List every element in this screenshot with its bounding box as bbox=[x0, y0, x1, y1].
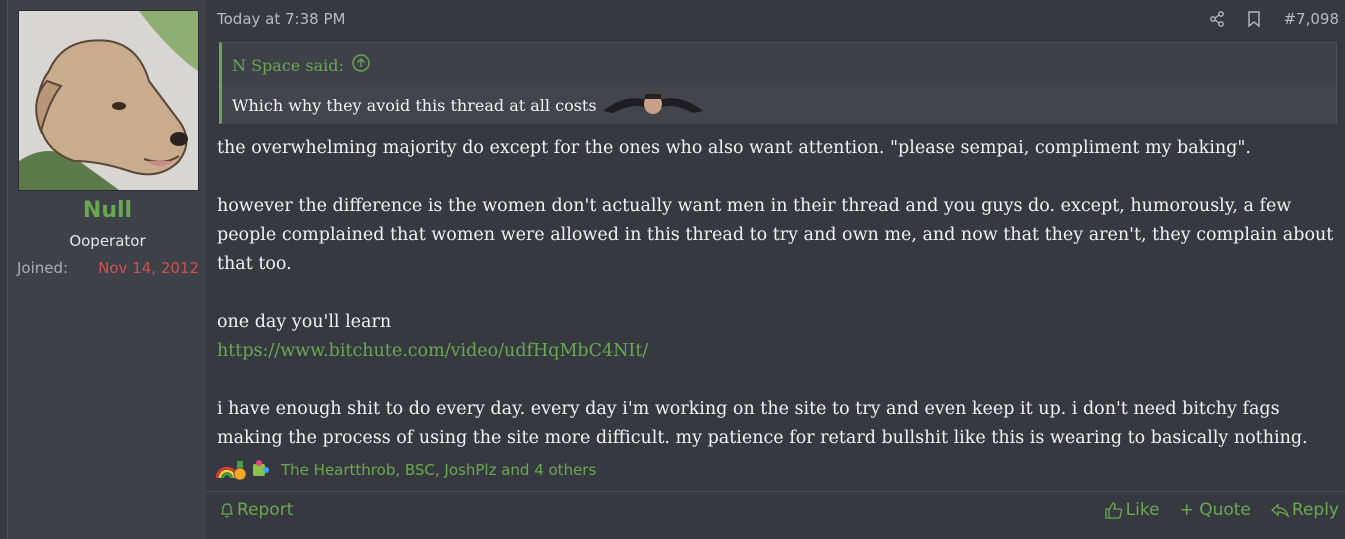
like-label: Like bbox=[1125, 500, 1160, 520]
quote-author[interactable]: N Space said: bbox=[232, 56, 344, 75]
like-button[interactable]: Like bbox=[1105, 500, 1160, 520]
body-paragraph-3: one day you'll learn bbox=[217, 312, 392, 332]
forum-post: Null Ooperator Joined: Nov 14, 2012 Toda… bbox=[0, 0, 1345, 539]
body-paragraph-2: however the difference is the women don'… bbox=[217, 196, 1334, 274]
reactions-text[interactable]: The Heartthrob, BSC, JoshPlz and 4 other… bbox=[281, 461, 596, 479]
quote-text: Which why they avoid this thread at all … bbox=[232, 95, 597, 115]
body-paragraph-4: i have enough shit to do every day. ever… bbox=[217, 399, 1308, 448]
post-number[interactable]: #7,098 bbox=[1283, 10, 1339, 28]
reply-button[interactable]: Reply bbox=[1270, 500, 1339, 520]
joined-label: Joined: bbox=[17, 259, 69, 277]
dog-avatar-image bbox=[19, 11, 198, 190]
thumbs-up-icon bbox=[1105, 501, 1123, 519]
arrow-up-circle-icon[interactable] bbox=[352, 54, 370, 76]
share-icon[interactable] bbox=[1209, 11, 1225, 27]
bookmark-icon[interactable] bbox=[1247, 11, 1261, 27]
report-button[interactable]: Report bbox=[220, 500, 293, 520]
post-tools: #7,098 bbox=[1187, 10, 1339, 28]
post-main: Today at 7:38 PM #7,098 N Space said: Wh… bbox=[206, 0, 1345, 539]
quote-block: N Space said: Which why they avoid this … bbox=[219, 42, 1337, 124]
report-label: Report bbox=[237, 500, 294, 520]
bell-icon bbox=[220, 502, 234, 518]
post-action-group: Like + Quote Reply bbox=[1085, 500, 1339, 520]
video-link[interactable]: https://www.bitchute.com/video/udfHqMbC4… bbox=[217, 341, 648, 361]
quote-content: Which why they avoid this thread at all … bbox=[222, 86, 1336, 124]
medal-icon bbox=[233, 461, 247, 481]
post-body: the overwhelming majority do except for … bbox=[217, 134, 1342, 453]
footer-divider bbox=[206, 491, 1345, 492]
reply-label: Reply bbox=[1291, 500, 1339, 520]
quote-button[interactable]: + Quote bbox=[1180, 500, 1251, 520]
joined-date: Nov 14, 2012 bbox=[98, 259, 199, 277]
puzzle-icon bbox=[253, 460, 269, 476]
reaction-icons bbox=[215, 458, 275, 482]
user-avatar[interactable] bbox=[18, 10, 199, 191]
reactions-bar[interactable]: The Heartthrob, BSC, JoshPlz and 4 other… bbox=[215, 458, 596, 482]
quote-header[interactable]: N Space said: bbox=[232, 54, 370, 76]
user-title: Ooperator bbox=[69, 232, 146, 250]
facepalm-emote-icon bbox=[602, 91, 703, 119]
body-paragraph-1: the overwhelming majority do except for … bbox=[217, 138, 1251, 158]
quote-label: + Quote bbox=[1179, 500, 1251, 520]
reply-arrow-icon bbox=[1270, 502, 1289, 518]
post-actions: Report Like + Quote Reply bbox=[206, 500, 1345, 526]
username[interactable]: Null bbox=[8, 198, 207, 223]
post-timestamp[interactable]: Today at 7:38 PM bbox=[217, 10, 345, 28]
user-sidebar: Null Ooperator Joined: Nov 14, 2012 bbox=[7, 0, 207, 539]
